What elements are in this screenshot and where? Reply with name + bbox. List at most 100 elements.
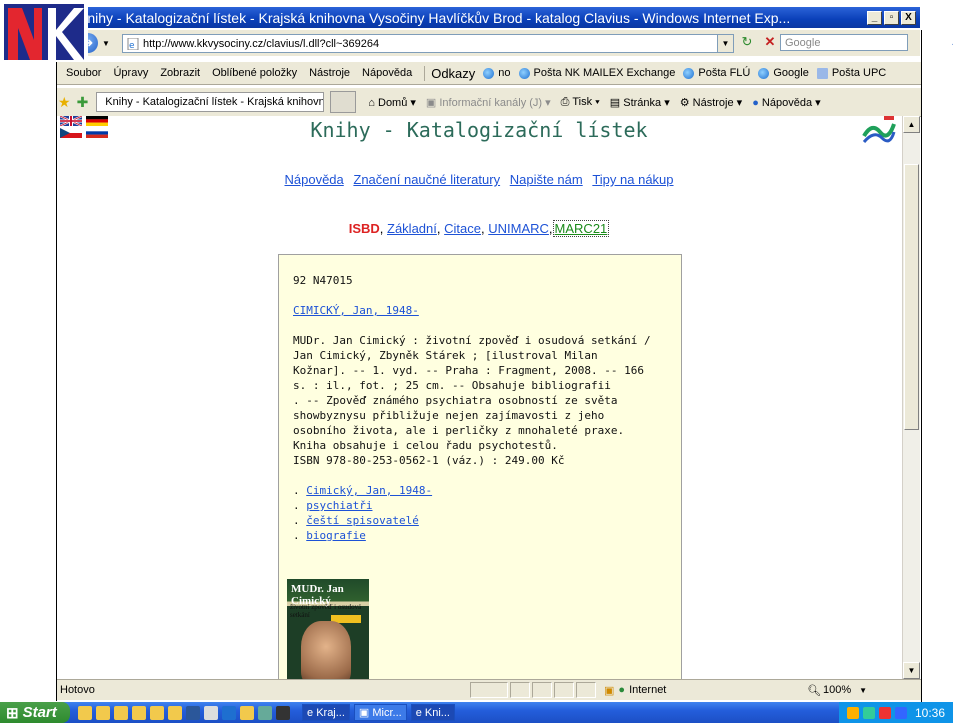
tools-button[interactable]: ⚙ Nástroje ▾ xyxy=(680,96,742,109)
print-button[interactable]: ⎙ Tisk ▾ xyxy=(561,96,600,109)
taskbar-item[interactable]: e Kraj... xyxy=(302,704,350,721)
links-toolbar: Odkazy no Pošta NK MAILEX Exchange Pošta… xyxy=(424,65,886,81)
subject-item: . psychiatři xyxy=(293,499,373,512)
nk-logo xyxy=(0,0,88,62)
zoom-dropdown-icon[interactable]: ▼ xyxy=(859,686,867,695)
chart-icon[interactable] xyxy=(258,705,272,720)
protected-mode-icon[interactable]: ▣ xyxy=(604,684,614,697)
help-link[interactable]: Nápověda xyxy=(284,172,343,187)
book-cover-image[interactable]: MUDr. Jan Cimický životní zpověď i osudo… xyxy=(287,579,369,679)
link-posta-upc[interactable]: Pošta UPC xyxy=(816,67,886,79)
subject-link[interactable]: čeští spisovatelé xyxy=(306,514,419,527)
link-posta-flu[interactable]: Pošta FLÚ xyxy=(683,67,750,79)
menu-edit[interactable]: Úpravy xyxy=(113,67,148,79)
menu-view[interactable]: Zobrazit xyxy=(160,67,200,79)
status-bar: Hotovo ▣ ● Internet 🔍︎ 100% ▼ xyxy=(56,679,922,700)
author-link[interactable]: CIMICKÝ, Jan, 1948- xyxy=(293,304,419,317)
minimize-button[interactable]: _ xyxy=(867,10,882,25)
start-button[interactable]: ⊞ Start xyxy=(0,702,70,723)
media-icon[interactable] xyxy=(276,705,290,720)
library-logo[interactable] xyxy=(862,116,896,144)
close-button[interactable]: X xyxy=(901,10,916,25)
format-unimarc-link[interactable]: UNIMARC xyxy=(488,221,549,236)
address-dropdown-icon[interactable]: ▼ xyxy=(717,35,733,52)
contact-link[interactable]: Napište nám xyxy=(510,172,583,187)
record-id: 92 N47015 xyxy=(293,274,353,287)
address-toolbar: ➜ ▼ e http://www.kkvysociny.cz/clavius/l… xyxy=(64,30,953,56)
folder-icon[interactable] xyxy=(150,705,164,720)
link-google[interactable]: Google xyxy=(758,67,809,79)
search-input[interactable]: Google xyxy=(780,34,908,51)
ie-icon xyxy=(758,67,770,79)
address-bar[interactable]: e http://www.kkvysociny.cz/clavius/l.dll… xyxy=(122,34,734,53)
subject-link[interactable]: psychiatři xyxy=(306,499,372,512)
subject-link[interactable]: biografie xyxy=(306,529,366,542)
stop-icon[interactable]: ✕ xyxy=(761,34,779,52)
vertical-scrollbar[interactable]: ▲ ▼ xyxy=(902,116,920,679)
home-button[interactable]: ⌂ Domů ▾ xyxy=(368,96,416,109)
folder-icon[interactable] xyxy=(168,705,182,720)
scroll-down-icon[interactable]: ▼ xyxy=(903,662,920,679)
classification-link[interactable]: Značení naučné literatury xyxy=(353,172,500,187)
taskbar-item[interactable]: ▣ Micr... xyxy=(353,704,407,721)
folder-icon[interactable] xyxy=(114,705,128,720)
description-line: . -- Zpověď známého psychiatra osobností… xyxy=(293,394,618,407)
link-posta-nk[interactable]: Pošta NK MAILEX Exchange xyxy=(518,67,675,79)
subject-item: . biografie xyxy=(293,529,366,542)
page-button[interactable]: ▤ Stránka ▾ xyxy=(610,96,670,109)
menu-tools[interactable]: Nástroje xyxy=(309,67,350,79)
format-citation-link[interactable]: Citace xyxy=(444,221,481,236)
notepad-icon[interactable] xyxy=(204,705,218,720)
purchase-tips-link[interactable]: Tipy na nákup xyxy=(592,172,673,187)
format-basic-link[interactable]: Základní xyxy=(387,221,437,236)
browser-tab[interactable]: Knihy - Katalogizační lístek - Krajská k… xyxy=(96,92,325,112)
ie-icon xyxy=(683,67,695,79)
menu-favorites[interactable]: Oblíbené položky xyxy=(212,67,297,79)
ie-icon[interactable] xyxy=(222,705,236,720)
tray-icon[interactable] xyxy=(862,706,875,719)
star-icon[interactable] xyxy=(240,705,254,720)
subject-item: . Cimický, Jan, 1948- xyxy=(293,484,433,497)
ie-page-icon: e xyxy=(127,37,139,50)
folder-icon[interactable] xyxy=(78,705,92,720)
favorites-star-icon[interactable]: ★ xyxy=(58,94,71,111)
zoom-level[interactable]: 100% xyxy=(823,684,851,696)
link-no[interactable]: no xyxy=(483,67,511,79)
top-links: Nápověda Značení naučné literatury Napiš… xyxy=(56,172,902,187)
tray-icon[interactable] xyxy=(894,706,907,719)
menu-file[interactable]: Soubor xyxy=(66,67,101,79)
status-cell xyxy=(576,682,596,698)
taskbar: ⊞ Start e Kraj... ▣ Micr... e Kni... 10:3… xyxy=(0,702,953,723)
window-title: Knihy - Katalogizační lístek - Krajská k… xyxy=(78,9,791,26)
windows-logo-icon: ⊞ xyxy=(6,704,19,722)
description-line: Kožnar]. -- 1. vyd. -- Praha : Fragment,… xyxy=(293,364,644,377)
ie-icon xyxy=(518,67,530,79)
title-bar[interactable]: Knihy - Katalogizační lístek - Krajská k… xyxy=(64,7,920,28)
scroll-up-icon[interactable]: ▲ xyxy=(903,116,920,133)
help-button[interactable]: ● Nápověda ▾ xyxy=(752,96,820,109)
subject-link[interactable]: Cimický, Jan, 1948- xyxy=(306,484,432,497)
folder-icon[interactable] xyxy=(132,705,146,720)
menu-help[interactable]: Nápověda xyxy=(362,67,412,79)
internet-zone-icon: ● xyxy=(618,684,626,696)
refresh-icon[interactable]: ↻ xyxy=(738,34,756,52)
svg-text:e: e xyxy=(129,41,135,50)
address-url[interactable]: http://www.kkvysociny.cz/clavius/l.dll?c… xyxy=(143,38,379,50)
folder-icon[interactable] xyxy=(96,705,110,720)
system-tray: 10:36 xyxy=(838,702,953,723)
taskbar-item[interactable]: e Kni... xyxy=(410,704,455,721)
zone-label: Internet xyxy=(629,684,667,696)
catalog-card-content: 92 N47015 CIMICKÝ, Jan, 1948- MUDr. Jan … xyxy=(293,273,673,543)
catalog-card: 92 N47015 CIMICKÝ, Jan, 1948- MUDr. Jan … xyxy=(278,254,682,679)
feeds-button[interactable]: ▣ Informační kanály (J) ▾ xyxy=(426,96,551,109)
tray-icon[interactable] xyxy=(846,706,859,719)
word-icon[interactable] xyxy=(186,705,200,720)
add-favorite-icon[interactable]: ✚ xyxy=(77,94,89,111)
tray-icon[interactable] xyxy=(878,706,891,719)
maximize-button[interactable]: ▫ xyxy=(884,10,899,25)
history-dropdown-icon[interactable]: ▼ xyxy=(102,39,110,48)
zoom-icon[interactable]: 🔍︎ xyxy=(807,684,821,697)
format-marc21-link[interactable]: MARC21 xyxy=(552,220,610,237)
scroll-thumb[interactable] xyxy=(904,164,919,430)
new-tab-button[interactable] xyxy=(330,91,357,113)
